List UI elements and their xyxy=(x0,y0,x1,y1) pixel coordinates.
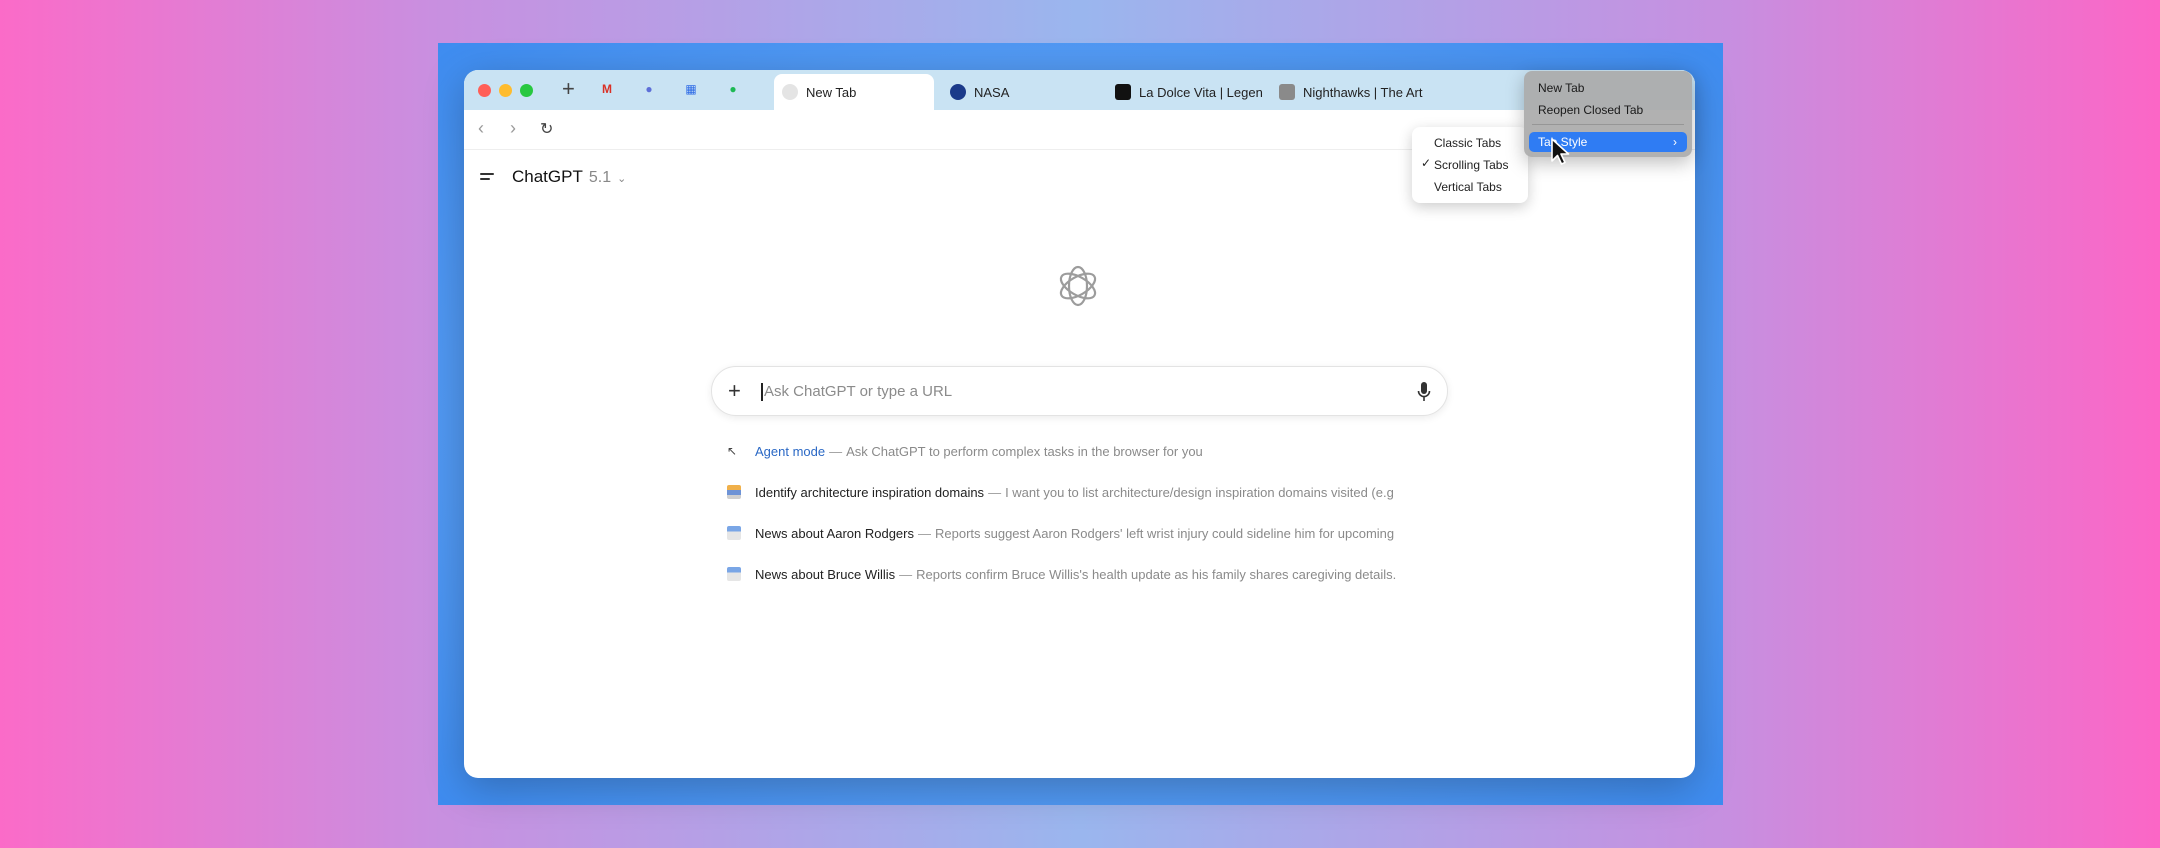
suggestion-agent-mode[interactable]: ↖ Agent mode — Ask ChatGPT to perform co… xyxy=(727,439,1439,463)
tab-label: Nighthawks | The Art xyxy=(1303,84,1423,100)
chatgpt-logo-icon xyxy=(1059,265,1097,307)
sidebar-toggle-button[interactable] xyxy=(480,173,494,183)
news-icon xyxy=(727,567,741,581)
menu-item-reopen-closed-tab[interactable]: Reopen Closed Tab xyxy=(1538,101,1643,119)
checkmark-icon: ✓ xyxy=(1421,156,1432,170)
suggestion-title: Agent mode xyxy=(755,443,826,459)
close-window-button[interactable] xyxy=(478,84,491,97)
suggestion-title: Identify architecture inspiration domain… xyxy=(755,484,985,500)
perplexity-icon: ● xyxy=(645,82,653,96)
text-caret xyxy=(761,383,763,401)
tab-style-submenu: Classic Tabs ✓ Scrolling Tabs Vertical T… xyxy=(1412,127,1528,203)
minimize-window-button[interactable] xyxy=(499,84,512,97)
tab-new-tab[interactable]: New Tab xyxy=(774,74,934,110)
menu-item-new-tab[interactable]: New Tab xyxy=(1538,79,1584,97)
suggestion-bruce-willis[interactable]: News about Bruce Willis — Reports confir… xyxy=(727,562,1439,586)
tab-nighthawks[interactable]: Nighthawks | The Art xyxy=(1271,74,1431,110)
chevron-down-icon: ⌄ xyxy=(617,173,627,185)
suggestion-title: News about Bruce Willis xyxy=(755,566,896,582)
model-version: 5.1 xyxy=(588,169,612,186)
pinned-tab-calendar[interactable]: ▦ xyxy=(682,80,700,98)
menu-item-vertical-tabs[interactable]: Vertical Tabs xyxy=(1434,178,1502,196)
attach-plus-button[interactable]: + xyxy=(728,378,741,404)
menu-item-classic-tabs[interactable]: Classic Tabs xyxy=(1434,134,1501,152)
suggestion-desc: Reports suggest Aaron Rodgers' left wris… xyxy=(934,525,1395,541)
nasa-favicon xyxy=(950,84,966,100)
reload-button[interactable]: ↻ xyxy=(540,119,553,139)
agent-cursor-icon: ↖ xyxy=(727,444,738,458)
chevron-right-icon: › xyxy=(1673,135,1677,149)
tab-nasa[interactable]: NASA xyxy=(942,74,1102,110)
suggestion-desc: Reports confirm Bruce Willis's health up… xyxy=(916,566,1397,582)
new-tab-favicon xyxy=(782,84,798,100)
gmail-icon: M xyxy=(602,82,612,96)
omnibox[interactable]: + Ask ChatGPT or type a URL xyxy=(711,366,1448,416)
tab-bar: + M ● ▦ ● New Tab NASA La Dolce Vita | L… xyxy=(464,70,1695,110)
page-title: ChatGPT xyxy=(512,167,583,186)
suggestion-title: News about Aaron Rodgers xyxy=(755,525,914,541)
mouse-pointer-icon xyxy=(1551,138,1570,165)
tab-label: La Dolce Vita | Legen xyxy=(1139,84,1263,100)
pinned-tab-gmail[interactable]: M xyxy=(598,80,616,98)
model-selector[interactable]: ChatGPT 5.1 ⌄ xyxy=(512,167,626,187)
separator-dash: — xyxy=(829,443,843,459)
separator-dash: — xyxy=(899,566,913,582)
tab-label: NASA xyxy=(974,84,1010,100)
suggestion-aaron-rodgers[interactable]: News about Aaron Rodgers — Reports sugge… xyxy=(727,521,1439,545)
separator-dash: — xyxy=(917,525,931,541)
nighthawks-favicon xyxy=(1279,84,1295,100)
pinned-tab-spotify[interactable]: ● xyxy=(724,80,742,98)
spotify-icon: ● xyxy=(729,82,737,96)
zoom-window-button[interactable] xyxy=(520,84,533,97)
calendar-icon: ▦ xyxy=(685,82,697,96)
forward-button[interactable]: › xyxy=(510,118,516,139)
tab-la-dolce-vita[interactable]: La Dolce Vita | Legen xyxy=(1107,74,1267,110)
menu-item-scrolling-tabs[interactable]: Scrolling Tabs xyxy=(1434,156,1508,174)
document-icon xyxy=(727,485,741,499)
search-placeholder: Ask ChatGPT or type a URL xyxy=(764,383,953,400)
suggestion-desc: Ask ChatGPT to perform complex tasks in … xyxy=(846,443,1203,459)
microphone-icon[interactable] xyxy=(1417,381,1431,403)
tab-label: New Tab xyxy=(806,84,857,100)
la-dolce-vita-favicon xyxy=(1115,84,1131,100)
new-tab-button[interactable]: + xyxy=(562,76,575,102)
news-icon xyxy=(727,526,741,540)
suggestion-architecture[interactable]: Identify architecture inspiration domain… xyxy=(727,480,1439,504)
back-button[interactable]: ‹ xyxy=(478,118,484,139)
menu-divider xyxy=(1532,124,1684,125)
suggestion-desc: I want you to list architecture/design i… xyxy=(1005,484,1394,500)
pinned-tab-perplexity[interactable]: ● xyxy=(640,80,658,98)
separator-dash: — xyxy=(988,484,1002,500)
